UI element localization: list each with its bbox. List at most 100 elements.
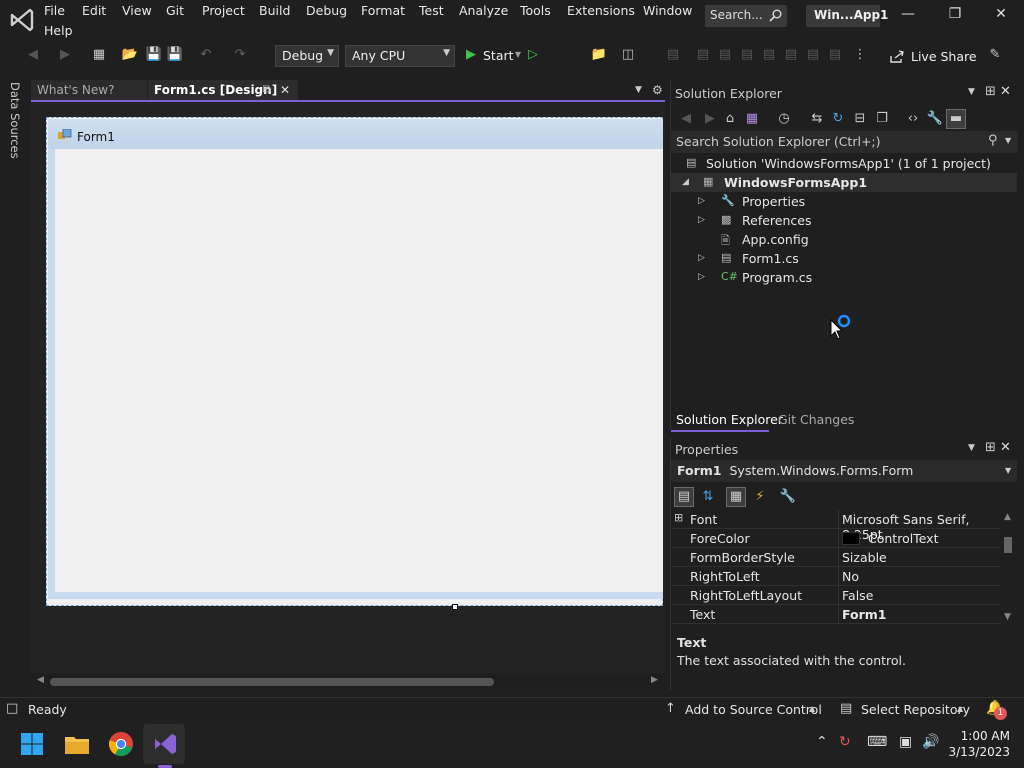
layout-icon[interactable]: ◫ [619,46,637,64]
live-share-button[interactable]: Live Share [911,49,977,64]
tree-item-program[interactable]: ▷ C# Program.cs [671,268,1017,287]
chevron-down-icon[interactable]: ▼ [968,87,975,97]
pin-icon[interactable]: ⊞ [985,440,996,455]
solution-title-badge[interactable]: Win...App1 [806,5,888,27]
align-bottom-icon[interactable]: ▤ [804,46,822,64]
property-row-text[interactable]: Text Form1 [671,605,1001,624]
back-icon[interactable]: ◀ [24,46,42,64]
align-top-icon[interactable]: ▤ [760,46,778,64]
solution-configuration-combo[interactable]: Debug ▼ [275,45,339,67]
form-title-bar[interactable] [48,119,663,149]
tree-item-solution[interactable]: ▤ Solution 'WindowsFormsApp1' (1 of 1 pr… [671,154,1017,173]
keyboard-icon[interactable]: ⌨ [867,734,887,750]
file-explorer-icon[interactable] [59,726,95,762]
menu-debug[interactable]: Debug [306,3,347,18]
select-repository-button[interactable]: Select Repository [861,702,970,717]
collapsed-triangle-icon[interactable]: ▷ [698,215,705,225]
menu-file[interactable]: File [44,3,65,18]
toolbar-overflow-icon[interactable]: ⋮ [851,46,869,64]
properties-view-icon[interactable]: ▦ [726,487,746,507]
tree-item-references[interactable]: ▷ ▩ References [671,211,1017,230]
folder-icon[interactable]: 📁 [590,46,608,64]
menu-edit[interactable]: Edit [82,3,106,18]
menu-window[interactable]: Window [643,3,692,18]
network-icon[interactable]: ▣ [899,734,912,750]
menu-git[interactable]: Git [166,3,184,18]
categorized-icon[interactable]: ▤ [674,487,694,507]
tab-solution-explorer[interactable]: Solution Explorer [676,412,783,427]
start-play-icon[interactable]: ▶ [462,46,480,64]
menu-help[interactable]: Help [44,23,73,38]
pin-icon[interactable]: ⊞ [262,84,270,95]
home-icon[interactable]: ⌂ [721,110,739,128]
property-pages-icon[interactable]: 🔧 [779,488,797,506]
close-window-icon[interactable]: ✕ [987,6,1015,26]
close-panel-icon[interactable]: ✕ [1000,84,1011,99]
property-value[interactable]: Form1 [842,607,887,622]
show-hidden-icons-chevron-icon[interactable]: ⌃ [816,734,828,750]
menu-build[interactable]: Build [259,3,290,18]
undo-icon[interactable]: ↶ [197,46,215,64]
tab-form1-design[interactable]: Form1.cs [Design] ⊞ ✕ [148,80,298,101]
scroll-right-icon[interactable]: ▶ [651,675,658,685]
align-middle-icon[interactable]: ▤ [782,46,800,64]
scroll-left-icon[interactable]: ◀ [37,675,44,685]
minimize-icon[interactable]: — [894,6,922,26]
menu-extensions[interactable]: Extensions [567,3,635,18]
chevron-down-icon[interactable]: ▼ [968,443,975,453]
horizontal-scroll-thumb[interactable] [50,678,494,686]
menu-view[interactable]: View [122,3,152,18]
property-row-font[interactable]: ⊞ Font Microsoft Sans Serif, 8.25pt [671,510,1001,542]
tab-git-changes[interactable]: Git Changes [778,412,854,427]
property-value[interactable]: False [842,588,873,603]
add-to-source-control-button[interactable]: Add to Source Control [685,702,822,717]
align-left-icon[interactable]: ▤ [694,46,712,64]
menu-tools[interactable]: Tools [520,3,551,18]
live-share-icon[interactable] [889,49,905,64]
global-search-box[interactable]: Search... [705,5,787,27]
menu-project[interactable]: Project [202,3,245,18]
output-window-icon[interactable]: □ [6,701,18,716]
preview-selected-icon[interactable]: ▬ [946,109,966,129]
save-icon[interactable]: 💾 [145,46,163,64]
tree-item-form1[interactable]: ▷ ▤ Form1.cs [671,249,1017,268]
chevron-up-icon[interactable]: ▲ [809,704,815,713]
view-code-icon[interactable]: ‹› [904,110,922,128]
show-all-files-icon[interactable]: ❐ [873,110,891,128]
settings-gear-icon[interactable]: ⚙ [652,83,663,97]
expanded-triangle-icon[interactable]: ◢ [682,177,689,187]
data-sources-tab[interactable]: Data Sources [8,82,22,159]
properties-vertical-scrollbar[interactable]: ▲ ▼ [1001,512,1017,626]
sync-status-icon[interactable]: ↻ [839,734,851,750]
align-icon[interactable]: ▤ [664,46,682,64]
visual-studio-taskbar-icon[interactable] [147,726,183,762]
pin-icon[interactable]: ⊞ [985,84,996,99]
redo-icon[interactable]: ↷ [231,46,249,64]
properties-wrench-icon[interactable]: 🔧 [926,110,944,128]
pending-changes-filter-icon[interactable]: ◷ [775,110,793,128]
menu-format[interactable]: Format [361,3,405,18]
system-clock[interactable]: 1:00 AM 3/13/2023 [948,728,1010,760]
property-value[interactable]: No [842,569,859,584]
new-project-icon[interactable]: ▦ [90,46,108,64]
windows-start-icon[interactable] [14,726,50,762]
resize-handle[interactable] [452,604,458,610]
tree-item-properties[interactable]: ▷ 🔧 Properties [671,192,1017,211]
solution-platform-combo[interactable]: Any CPU ▼ [345,45,455,67]
forward-icon[interactable]: ▶ [56,46,74,64]
collapse-all-icon[interactable]: ⊟ [851,110,869,128]
collapsed-triangle-icon[interactable]: ▷ [698,253,705,263]
tree-item-project[interactable]: ◢ ▦ WindowsFormsApp1 [671,173,1017,192]
sync-with-document-icon[interactable]: ⇆ [808,110,826,128]
property-value[interactable]: ControlText [868,531,938,546]
chevron-up-icon[interactable]: ▲ [957,704,963,713]
switch-views-icon[interactable]: ▦ [743,110,761,128]
scroll-down-icon[interactable]: ▼ [1004,612,1011,622]
start-without-debugging-icon[interactable]: ▷ [524,46,542,64]
tab-whats-new[interactable]: What's New? [31,80,147,101]
property-value[interactable]: Sizable [842,550,887,565]
menu-test[interactable]: Test [419,3,444,18]
alphabetical-icon[interactable]: ⇅ [699,488,717,506]
events-lightning-icon[interactable]: ⚡ [751,488,769,506]
expand-plus-icon[interactable]: ⊞ [674,511,683,524]
